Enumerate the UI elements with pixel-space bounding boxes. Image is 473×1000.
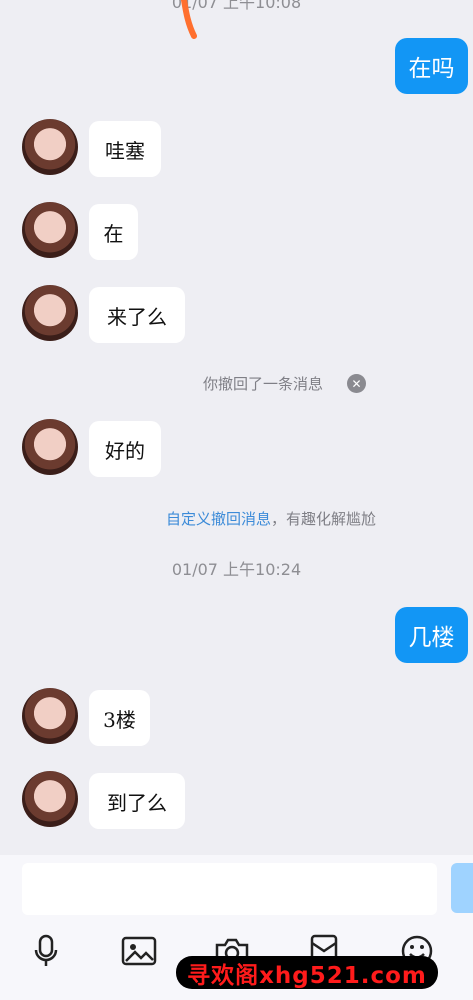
timestamp: 01/07 上午10:24 bbox=[171, 560, 302, 579]
message-bubble-left[interactable]: 到了么 bbox=[89, 773, 185, 829]
message-input[interactable] bbox=[22, 863, 437, 915]
doodle-mark-icon bbox=[181, 0, 197, 39]
message-bubble-left[interactable]: 哇塞 bbox=[89, 121, 161, 177]
avatar[interactable] bbox=[22, 202, 78, 258]
message-bubble-left[interactable]: 3楼 bbox=[89, 690, 150, 746]
avatar[interactable] bbox=[22, 688, 78, 744]
message-bubble-left[interactable]: 来了么 bbox=[89, 287, 185, 343]
microphone-icon[interactable] bbox=[25, 930, 67, 972]
avatar[interactable] bbox=[22, 285, 78, 341]
avatar[interactable] bbox=[22, 419, 78, 475]
send-button[interactable] bbox=[451, 863, 473, 913]
close-icon[interactable]: ✕ bbox=[347, 374, 366, 393]
timestamp-top: 01/07 上午10:08 bbox=[171, 0, 302, 12]
custom-recall-tail: ，有趣化解尴尬 bbox=[271, 510, 377, 528]
message-bubble-right[interactable]: 几楼 bbox=[395, 607, 468, 663]
message-bubble-left[interactable]: 在 bbox=[89, 204, 138, 260]
custom-recall-link[interactable]: 自定义撤回消息 bbox=[166, 510, 271, 528]
avatar[interactable] bbox=[22, 119, 78, 175]
image-icon[interactable] bbox=[118, 930, 160, 972]
watermark-banner: 寻欢阁xhg521.com bbox=[176, 956, 438, 989]
message-bubble-left[interactable]: 好的 bbox=[89, 421, 161, 477]
message-bubble-right[interactable]: 在吗 bbox=[395, 38, 468, 94]
avatar[interactable] bbox=[22, 771, 78, 827]
recall-notice: 你撤回了一条消息 bbox=[203, 375, 324, 393]
custom-recall-line: 自定义撤回消息，有趣化解尴尬 bbox=[166, 508, 376, 529]
